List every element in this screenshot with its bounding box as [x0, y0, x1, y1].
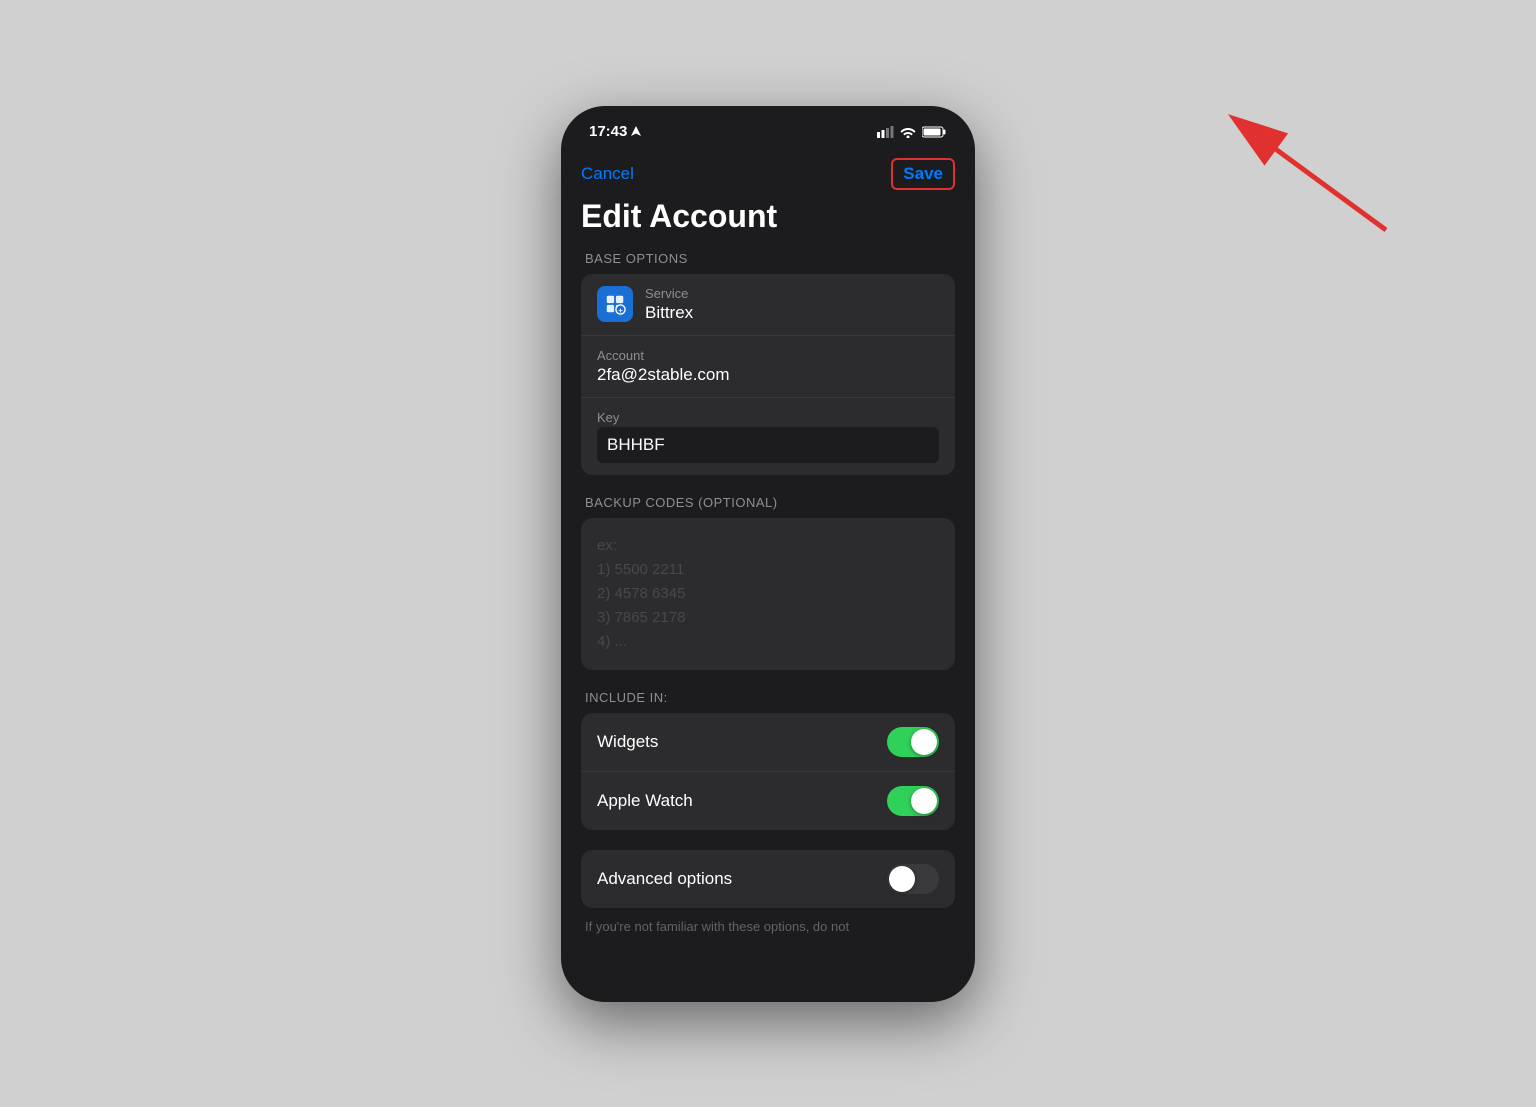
battery-icon — [922, 126, 947, 138]
location-icon — [631, 126, 641, 138]
backup-codes-label: BACKUP CODES (OPTIONAL) — [585, 495, 955, 510]
footer-text: If you're not familiar with these option… — [581, 918, 955, 936]
base-options-card: + Service Bittrex Account 2fa@2stable.co… — [581, 274, 955, 475]
time-label: 17:43 — [589, 123, 627, 140]
status-icons — [877, 126, 947, 138]
annotation-arrow — [1146, 60, 1406, 260]
key-field-label: Key — [597, 410, 939, 425]
cancel-button[interactable]: Cancel — [581, 164, 634, 184]
wifi-icon — [900, 126, 916, 138]
save-button[interactable]: Save — [891, 158, 955, 190]
include-in-card: Widgets Apple Watch — [581, 713, 955, 830]
advanced-options-toggle-knob — [889, 866, 915, 892]
apple-watch-toggle-knob — [911, 788, 937, 814]
key-field-value[interactable]: BHHBF — [597, 427, 939, 463]
apple-watch-label: Apple Watch — [597, 791, 693, 811]
service-icon-graphic: + — [604, 293, 626, 315]
service-row: + Service Bittrex — [581, 274, 955, 336]
scroll-content: Edit Account BASE OPTIONS + Servic — [561, 198, 975, 1000]
service-field-label: Service — [645, 286, 693, 301]
apple-watch-toggle[interactable] — [887, 786, 939, 816]
key-row[interactable]: Key BHHBF — [581, 398, 955, 475]
widgets-label: Widgets — [597, 732, 658, 752]
advanced-options-label: Advanced options — [597, 869, 732, 889]
base-options-label: BASE OPTIONS — [585, 251, 955, 266]
widgets-toggle[interactable] — [887, 727, 939, 757]
phone-frame: 17:43 — [561, 106, 975, 1002]
apple-watch-row: Apple Watch — [581, 772, 955, 830]
status-time: 17:43 — [589, 123, 641, 140]
svg-text:+: + — [618, 306, 622, 315]
advanced-options-row: Advanced options — [581, 850, 955, 908]
nav-bar: Cancel Save — [561, 150, 975, 198]
backup-codes-input[interactable]: ex:1) 5500 22112) 4578 63453) 7865 21784… — [581, 518, 955, 670]
advanced-options-card: Advanced options — [581, 850, 955, 908]
signal-icon — [877, 126, 894, 138]
service-field-value: Bittrex — [645, 303, 693, 323]
backup-codes-placeholder: ex:1) 5500 22112) 4578 63453) 7865 21784… — [597, 534, 939, 654]
widgets-row: Widgets — [581, 713, 955, 772]
status-bar: 17:43 — [561, 106, 975, 150]
service-app-icon: + — [597, 286, 633, 322]
advanced-options-toggle[interactable] — [887, 864, 939, 894]
account-row[interactable]: Account 2fa@2stable.com — [581, 336, 955, 398]
include-in-label: INCLUDE IN: — [585, 690, 955, 705]
service-info: Service Bittrex — [645, 286, 693, 323]
page-title: Edit Account — [581, 198, 955, 235]
account-field-value: 2fa@2stable.com — [597, 365, 939, 385]
widgets-toggle-knob — [911, 729, 937, 755]
account-field-label: Account — [597, 348, 939, 363]
